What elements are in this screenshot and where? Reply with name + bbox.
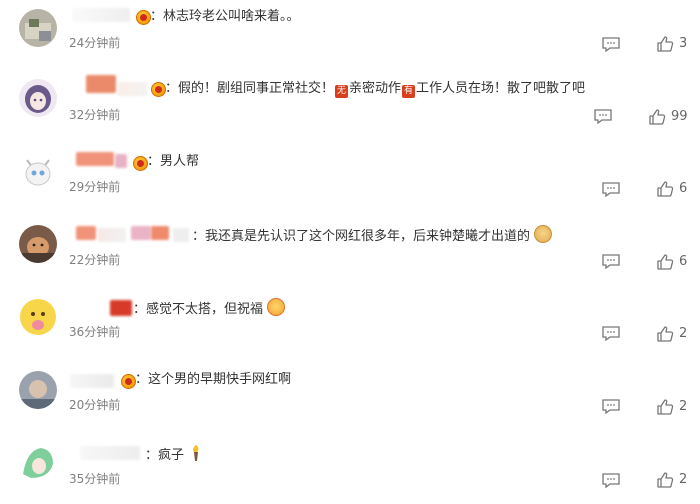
comment-item: ：疯子 35分钟前 2 (0, 432, 700, 504)
comment-time: 36分钟前 (69, 325, 121, 339)
like-button[interactable] (656, 325, 674, 343)
vip-badge-icon (121, 374, 136, 389)
comment-item: ：假的！剧组同事正常社交！无亲密动作有工作人员在场！散了吧散了吧 32分钟前 9… (0, 72, 700, 144)
thumbs-up-icon (657, 181, 674, 197)
thumbs-up-icon (649, 109, 666, 125)
avatar[interactable] (19, 79, 57, 117)
like-count: 2 (679, 326, 688, 341)
username-tail (115, 154, 127, 168)
reply-icon[interactable] (601, 325, 621, 342)
vip-badge-icon (133, 156, 148, 171)
username-tail (118, 82, 148, 96)
tag-icon: 无 (335, 85, 349, 98)
like-button[interactable] (656, 35, 674, 53)
username[interactable] (70, 374, 114, 388)
like-button[interactable] (656, 471, 674, 489)
thumbs-up-icon (657, 326, 674, 342)
comment-text-part: 工作人员在场！散了吧散了吧 (416, 81, 586, 96)
comment-text: ：假的！剧组同事正常社交！无亲密动作有工作人员在场！散了吧散了吧 (165, 80, 585, 98)
comment-item: ：林志玲老公叫啥来着。。 24分钟前 3 (0, 0, 700, 72)
comment-text-part: ：疯子 (145, 448, 185, 463)
like-count: 3 (679, 36, 688, 51)
thumbs-up-icon (657, 472, 674, 488)
doge-emoji-icon (534, 225, 553, 243)
like-count: 99 (671, 109, 688, 124)
like-count: 6 (679, 181, 688, 196)
comment-time: 22分钟前 (69, 253, 121, 267)
comment-text-part: ：我还真是先认识了这个网红很多年，后来钟楚曦才出道的 (192, 229, 531, 244)
username[interactable] (110, 300, 132, 316)
reply-icon[interactable] (593, 108, 613, 125)
avatar[interactable] (19, 225, 57, 263)
vip-badge-icon (151, 82, 166, 97)
reply-icon[interactable] (601, 398, 621, 415)
avatar[interactable] (19, 152, 57, 190)
username (151, 226, 169, 240)
comment-item: ：我还真是先认识了这个网红很多年，后来钟楚曦才出道的 22分钟前 6 (0, 216, 700, 288)
reply-icon[interactable] (601, 472, 621, 489)
thumbs-up-icon (657, 399, 674, 415)
comment-time: 32分钟前 (69, 108, 121, 122)
comment-text: ：我还真是先认识了这个网红很多年，后来钟楚曦才出道的 (192, 225, 553, 246)
like-button[interactable] (656, 398, 674, 416)
comment-item: ：感觉不太搭，但祝福 36分钟前 2 (0, 288, 700, 360)
comment-text-part: ：假的！剧组同事正常社交！ (165, 81, 335, 96)
like-button[interactable] (648, 108, 666, 126)
comment-text-part: ：感觉不太搭，但祝福 (133, 302, 264, 317)
torch-emoji-icon (188, 444, 204, 468)
comment-time: 29分钟前 (69, 180, 121, 194)
username[interactable] (76, 152, 114, 166)
comment-text-part: 亲密动作 (349, 81, 402, 96)
like-count: 2 (679, 472, 688, 487)
comment-text: ：感觉不太搭，但祝福 (133, 298, 286, 319)
comment-item: ：这个男的早期快手网红啊 20分钟前 2 (0, 360, 700, 432)
avatar[interactable] (19, 371, 57, 409)
vip-badge-icon (136, 10, 151, 25)
reply-icon[interactable] (601, 36, 621, 53)
thumbs-up-icon (657, 254, 674, 270)
username[interactable] (76, 226, 96, 240)
avatar[interactable] (19, 298, 57, 336)
thumbs-up-icon (657, 36, 674, 52)
comment-time: 24分钟前 (69, 36, 121, 50)
comment-text: ：林志玲老公叫啥来着。。 (150, 9, 300, 24)
avatar[interactable] (19, 9, 57, 47)
comment-text: ：这个男的早期快手网红啊 (135, 372, 292, 387)
avatar[interactable] (19, 444, 57, 482)
comment-text: ：男人帮 (147, 154, 200, 169)
comment-time: 35分钟前 (69, 472, 121, 486)
username[interactable] (72, 8, 130, 22)
username[interactable] (86, 75, 116, 93)
like-button[interactable] (656, 253, 674, 271)
like-count: 2 (679, 399, 688, 414)
like-count: 6 (679, 254, 688, 269)
reply-icon[interactable] (601, 181, 621, 198)
username (98, 228, 126, 242)
love-emoji-icon (267, 298, 286, 316)
reply-icon[interactable] (601, 253, 621, 270)
comment-time: 20分钟前 (69, 398, 121, 412)
username[interactable] (80, 446, 140, 460)
comment-text: ：疯子 (145, 444, 204, 468)
like-button[interactable] (656, 180, 674, 198)
username-tail (173, 228, 189, 242)
tag-icon: 有 (402, 85, 416, 98)
username (131, 226, 151, 240)
comment-item: ：男人帮 29分钟前 6 (0, 144, 700, 216)
